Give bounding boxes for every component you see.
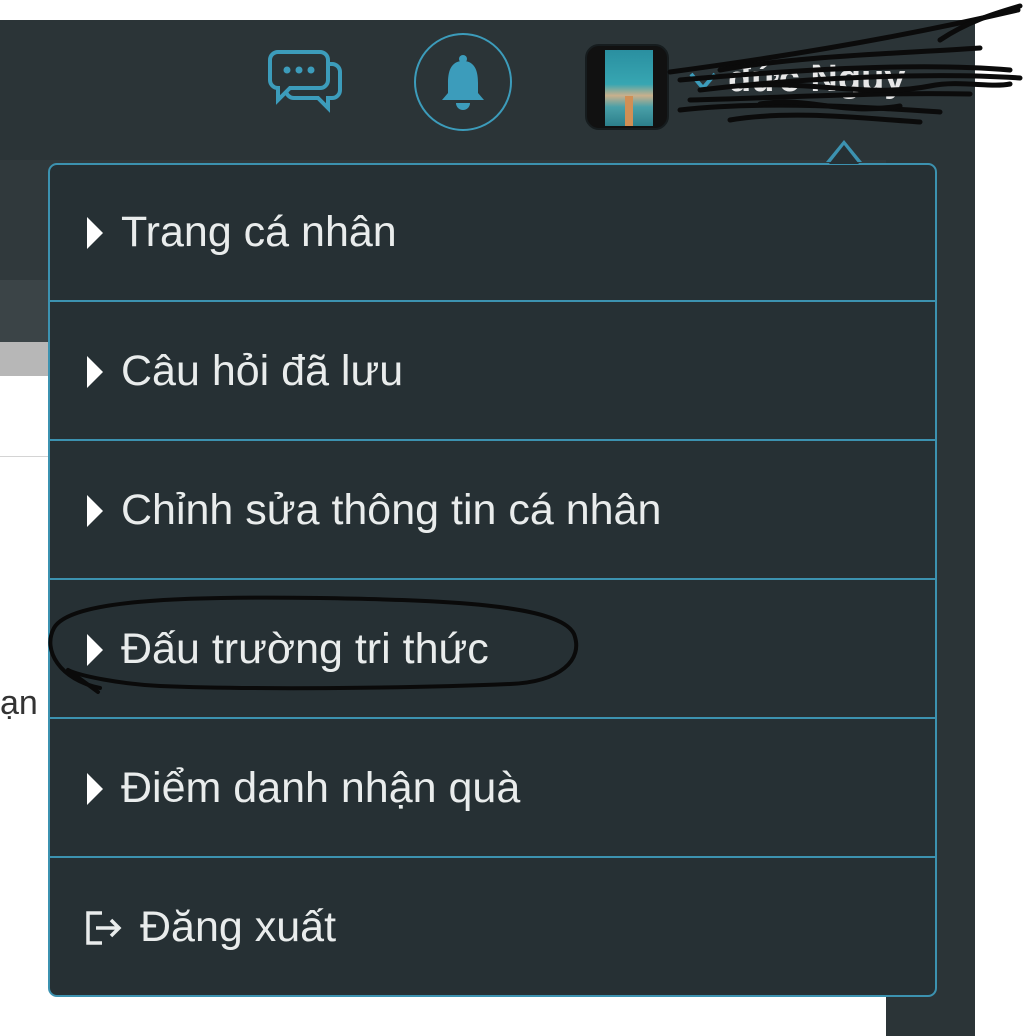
menu-item-daily-checkin[interactable]: Điểm danh nhận quà: [50, 721, 935, 858]
avatar[interactable]: [585, 44, 669, 130]
menu-item-label: Chỉnh sửa thông tin cá nhân: [121, 486, 662, 534]
menu-item-label: Đăng xuất: [140, 903, 337, 951]
page-edge: [975, 20, 1024, 1036]
caret-right-icon: [87, 772, 103, 805]
menu-item-edit-profile[interactable]: Chỉnh sửa thông tin cá nhân: [50, 443, 935, 580]
menu-item-profile[interactable]: Trang cá nhân: [50, 165, 935, 302]
background-text: ạn: [0, 684, 38, 722]
caret-right-icon: [87, 494, 103, 527]
avatar-image-detail: [625, 96, 633, 126]
caret-right-icon: [87, 355, 103, 388]
menu-item-label: Điểm danh nhận quà: [121, 764, 521, 812]
menu-pointer-inner: [829, 145, 859, 164]
caret-right-icon: [87, 633, 103, 666]
menu-item-label: Đấu trường tri thức: [121, 625, 489, 673]
bell-icon: [442, 55, 484, 110]
chevron-down-icon[interactable]: [688, 70, 718, 94]
menu-item-knowledge-arena[interactable]: Đấu trường tri thức: [50, 582, 935, 719]
menu-item-logout[interactable]: Đăng xuất: [50, 860, 935, 995]
user-dropdown-menu: Trang cá nhân Câu hỏi đã lưu Chỉnh sửa t…: [48, 163, 937, 997]
caret-right-icon: [87, 216, 103, 249]
username[interactable]: đức Nguy: [728, 58, 905, 101]
notifications-button[interactable]: [414, 33, 512, 131]
menu-item-label: Trang cá nhân: [121, 208, 397, 256]
menu-item-saved-questions[interactable]: Câu hỏi đã lưu: [50, 304, 935, 441]
chat-bubbles-icon: [268, 50, 342, 113]
menu-item-label: Câu hỏi đã lưu: [121, 347, 404, 395]
logout-icon: [86, 910, 122, 945]
chat-button[interactable]: [266, 48, 346, 114]
